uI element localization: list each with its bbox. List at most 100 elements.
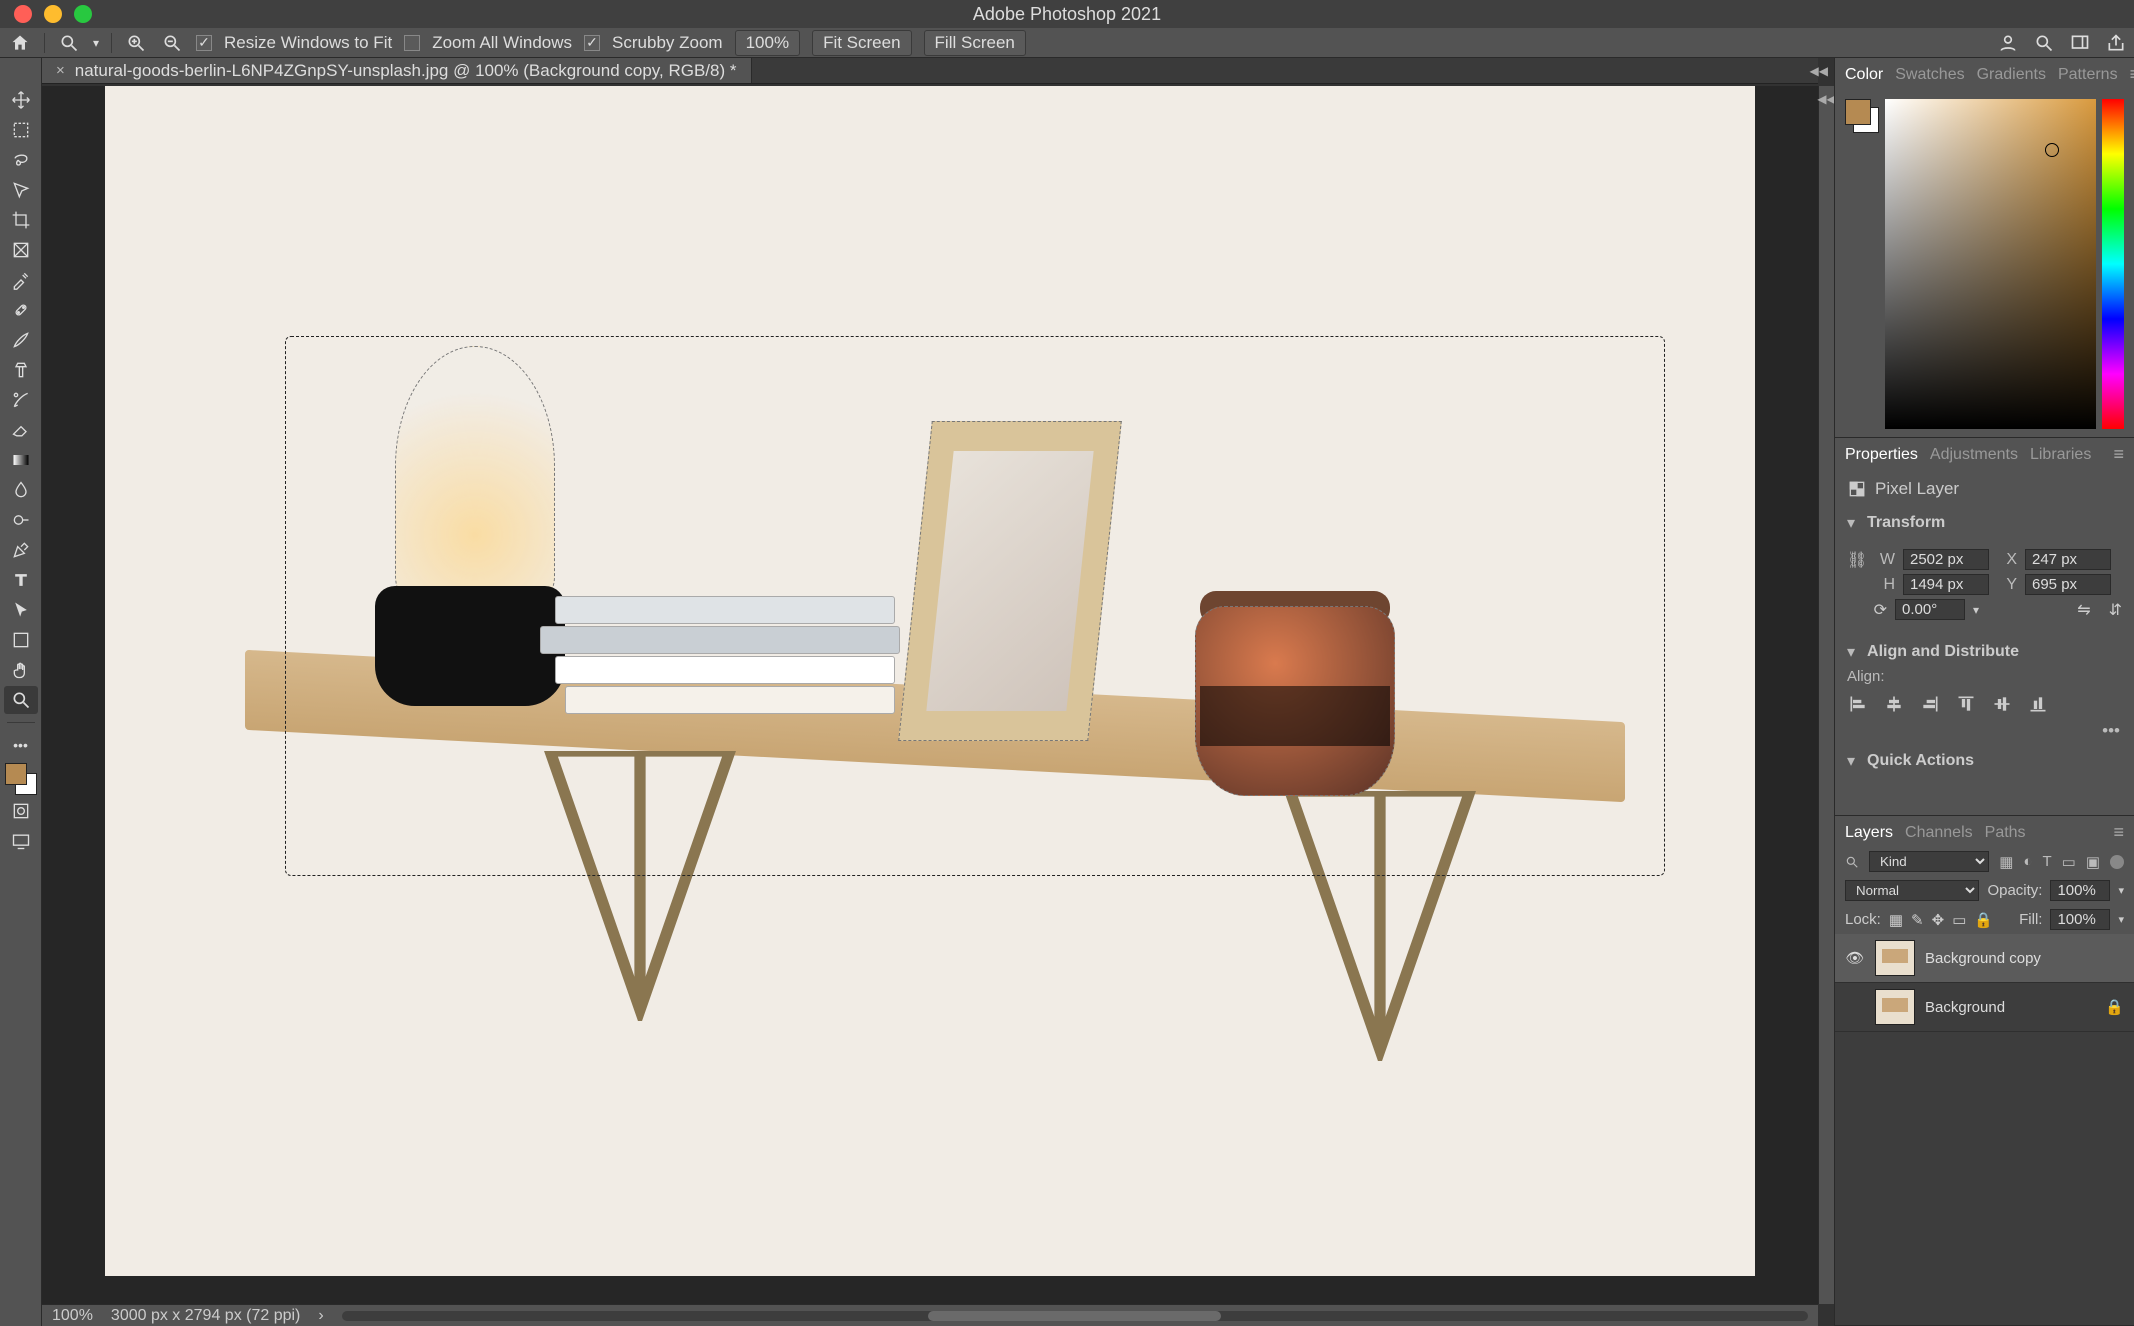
frame-tool[interactable] <box>4 236 38 264</box>
align-top-icon[interactable] <box>1955 693 1977 715</box>
tab-libraries[interactable]: Libraries <box>2030 446 2091 464</box>
quick-actions-heading[interactable]: Quick Actions <box>1867 752 1974 770</box>
path-select-tool[interactable] <box>4 596 38 624</box>
canvas-area[interactable] <box>42 86 1818 1304</box>
quick-select-tool[interactable] <box>4 176 38 204</box>
align-bottom-icon[interactable] <box>2027 693 2049 715</box>
layer-thumbnail[interactable] <box>1875 940 1915 976</box>
type-tool[interactable] <box>4 566 38 594</box>
lock-brush-icon[interactable]: ✎ <box>1911 911 1924 929</box>
transform-x-input[interactable] <box>2025 549 2111 570</box>
transform-y-input[interactable] <box>2025 574 2111 595</box>
panel-menu-icon[interactable]: ≡ <box>2113 822 2124 843</box>
history-brush-tool[interactable] <box>4 386 38 414</box>
layer-filter-kind[interactable]: Kind <box>1869 851 1989 872</box>
hand-tool[interactable] <box>4 656 38 684</box>
filter-smart-icon[interactable]: ▣ <box>2086 853 2100 871</box>
foreground-background-swatch[interactable] <box>5 763 37 795</box>
transform-angle-input[interactable] <box>1895 599 1965 620</box>
zoom-tool[interactable] <box>4 686 38 714</box>
lock-all-icon[interactable]: 🔒 <box>1974 911 1993 929</box>
workspace-icon[interactable] <box>2070 33 2090 53</box>
lock-artboard-icon[interactable]: ▭ <box>1952 911 1966 929</box>
lock-position-icon[interactable]: ✥ <box>1932 911 1945 929</box>
tab-swatches[interactable]: Swatches <box>1895 66 1964 84</box>
gradient-tool[interactable] <box>4 446 38 474</box>
status-dimensions[interactable]: 3000 px x 2794 px (72 ppi) <box>111 1307 300 1325</box>
document-tab[interactable]: × natural-goods-berlin-L6NP4ZGnpSY-unspl… <box>42 58 752 83</box>
minimize-window-button[interactable] <box>44 5 62 23</box>
home-icon[interactable] <box>8 31 32 55</box>
opacity-dropdown-icon[interactable]: ▾ <box>2118 884 2124 897</box>
panel-menu-icon[interactable]: ≡ <box>2130 64 2134 85</box>
opacity-input[interactable] <box>2050 880 2110 901</box>
lock-icon[interactable]: 🔒 <box>2105 998 2124 1016</box>
crop-tool[interactable] <box>4 206 38 234</box>
zoom-tool-icon[interactable] <box>57 31 81 55</box>
filter-shape-icon[interactable]: ▭ <box>2062 853 2076 871</box>
dropdown-caret-icon[interactable]: ▾ <box>93 36 99 50</box>
color-field[interactable] <box>1885 99 2096 429</box>
zoom-window-button[interactable] <box>74 5 92 23</box>
flip-horizontal-icon[interactable]: ⇋ <box>2077 600 2090 620</box>
pen-tool[interactable] <box>4 536 38 564</box>
visibility-toggle-icon[interactable]: 👁 <box>1845 949 1865 967</box>
align-hcenter-icon[interactable] <box>1883 693 1905 715</box>
transform-h-input[interactable] <box>1903 574 1989 595</box>
move-tool[interactable] <box>4 86 38 114</box>
cloud-docs-icon[interactable] <box>1998 33 2018 53</box>
search-icon[interactable] <box>2034 33 2054 53</box>
share-icon[interactable] <box>2106 33 2126 53</box>
tab-gradients[interactable]: Gradients <box>1977 66 2046 84</box>
tab-paths[interactable]: Paths <box>1985 824 2026 842</box>
filter-adjust-icon[interactable]: ◐ <box>2023 853 2032 870</box>
fill-screen-button[interactable]: Fill Screen <box>924 30 1026 56</box>
fit-screen-button[interactable]: Fit Screen <box>812 30 911 56</box>
color-panel-swatch[interactable] <box>1845 99 1879 133</box>
layer-name[interactable]: Background copy <box>1925 950 2041 967</box>
zoom-out-icon[interactable] <box>160 31 184 55</box>
tab-layers[interactable]: Layers <box>1845 824 1893 842</box>
brush-tool[interactable] <box>4 326 38 354</box>
collapsed-panel-dock[interactable]: ◀◀ <box>1818 86 1834 1304</box>
align-right-icon[interactable] <box>1919 693 1941 715</box>
zoom-100-button[interactable]: 100% <box>735 30 800 56</box>
horizontal-scrollbar[interactable] <box>342 1311 1808 1321</box>
resize-windows-checkbox[interactable]: ✓ <box>196 35 212 51</box>
hue-slider[interactable] <box>2102 99 2124 429</box>
fill-input[interactable] <box>2050 909 2110 930</box>
expand-dock-icon[interactable]: ◀◀ <box>1817 92 1835 106</box>
tab-patterns[interactable]: Patterns <box>2058 66 2118 84</box>
zoom-all-checkbox[interactable] <box>404 35 420 51</box>
shape-tool[interactable] <box>4 626 38 654</box>
filter-pixel-icon[interactable]: ▦ <box>1999 853 2013 871</box>
flip-vertical-icon[interactable]: ⇵ <box>2109 600 2122 620</box>
screen-mode-icon[interactable] <box>4 827 38 855</box>
transform-w-input[interactable] <box>1903 549 1989 570</box>
transform-heading[interactable]: Transform <box>1867 514 1945 532</box>
filter-toggle-icon[interactable] <box>2110 855 2124 869</box>
blur-tool[interactable] <box>4 476 38 504</box>
zoom-in-icon[interactable] <box>124 31 148 55</box>
close-tab-icon[interactable]: × <box>56 62 65 79</box>
foreground-color-swatch[interactable] <box>5 763 27 785</box>
more-options-icon[interactable]: ••• <box>1835 721 2134 747</box>
marquee-tool[interactable] <box>4 116 38 144</box>
tab-channels[interactable]: Channels <box>1905 824 1973 842</box>
lasso-tool[interactable] <box>4 146 38 174</box>
dodge-tool[interactable] <box>4 506 38 534</box>
eyedropper-tool[interactable] <box>4 266 38 294</box>
filter-type-icon[interactable]: T <box>2042 853 2051 870</box>
angle-dropdown-icon[interactable]: ▾ <box>1973 603 1979 617</box>
quick-mask-icon[interactable] <box>4 797 38 825</box>
align-heading[interactable]: Align and Distribute <box>1867 643 2019 661</box>
tab-adjustments[interactable]: Adjustments <box>1930 446 2018 464</box>
canvas[interactable] <box>105 86 1755 1276</box>
panel-menu-icon[interactable]: ≡ <box>2113 444 2124 465</box>
layer-thumbnail[interactable] <box>1875 989 1915 1025</box>
clone-tool[interactable] <box>4 356 38 384</box>
edit-toolbar-icon[interactable]: ••• <box>4 731 38 759</box>
filter-search-icon[interactable] <box>1845 855 1859 869</box>
tab-color[interactable]: Color <box>1845 66 1883 84</box>
healing-tool[interactable] <box>4 296 38 324</box>
